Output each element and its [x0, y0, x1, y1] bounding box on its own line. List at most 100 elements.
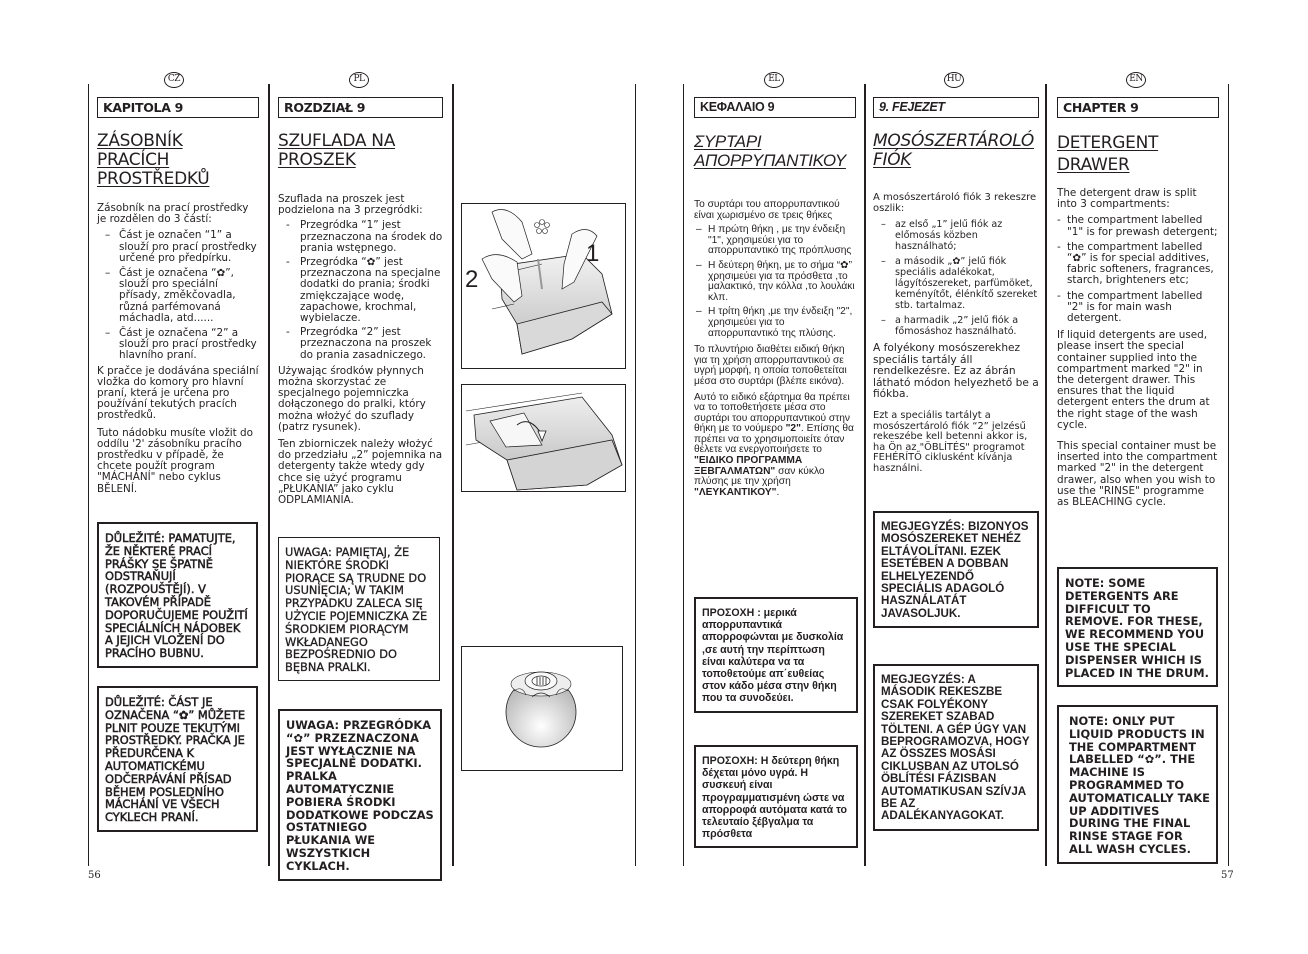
list-item: – Η πρώτη θήκη , με την ένδειξη "1", χρησ… — [696, 224, 852, 257]
section-title: ΣΥΡΤΑΡΙ ΑΠΟΡΡΥΠΑΝΤΙΚΟΥ — [694, 132, 856, 170]
chapter-heading: KAPITOLA 9 — [97, 97, 259, 118]
column-divider — [268, 84, 270, 866]
column-divider — [683, 84, 684, 866]
list-item: – Η δεύτερη θήκη, με το σήμα “✿” χρησιμεύ… — [696, 259, 855, 303]
column-en: CHAPTER 9 DETERGENT DRAWER The detergent… — [1057, 97, 1219, 508]
list-item: – Část je označena “2” a slouží pro prací… — [105, 327, 257, 362]
column-divider — [452, 84, 454, 866]
note-box: NOTE: ONLY PUT LIQUID PRODUCTS IN THE CO… — [1057, 705, 1218, 864]
list-item-text: the compartment labelled “✿” is for spec… — [1067, 240, 1214, 287]
section-title-line: PROSZEK — [278, 150, 356, 170]
caution-note-box: ΠΡΟΣΟΧΗ : μερικά απορρυπαντικά απορροφών… — [694, 597, 858, 713]
figure-liquid-container-insert — [461, 384, 626, 492]
paragraph: A folyékony mosószerekhez speciális tart… — [873, 342, 1039, 401]
intro-text: Το συρτάρι του απορρυπαντικού είναι χωρι… — [694, 199, 840, 221]
column-divider — [864, 84, 866, 866]
column-el: ΚΕΦΑΛΑΙΟ 9 ΣΥΡΤΑΡΙ ΑΠΟΡΡΥΠΑΝΤΙΚΟΥ Το συρ… — [694, 97, 856, 498]
warning-note-box: UWAGA: PAMIĘTAJ, ŻE NIEKTÓRE ŚRODKI PIOR… — [278, 537, 440, 681]
list-item: – Část je označen “1” a slouží pro prací … — [105, 229, 257, 264]
section-title: ZÁSOBNÍK PRACÍCH PROSTŘEDKŮ — [97, 132, 259, 189]
section-title-line: DETERGENT — [1057, 133, 1159, 153]
paragraph: Αυτό το ειδικό εξάρτημα θα πρέπει να το … — [694, 392, 856, 499]
list-item: - the compartment labelled "1" is for pre… — [1057, 214, 1218, 238]
figure-detergent-drawer: 2 1 — [461, 203, 626, 369]
list-item-text: Η δεύτερη θήκη, με το σήμα “✿” χρησιμεύε… — [708, 259, 855, 303]
paragraph: Używając środków płynnych można skorzyst… — [278, 364, 426, 433]
column-pl: ROZDZIAŁ 9 SZUFLADA NA PROSZEK Szuflada … — [278, 97, 443, 506]
paragraph: Ten zbiorniczek należy włożyć do przedzi… — [278, 438, 443, 507]
figure-dosing-ball — [461, 646, 623, 771]
note-box: MEGJEGYZÉS: BIZONYOS MOSÓSZEREKET NEHÉZ … — [873, 511, 1039, 629]
column-hu: 9. FEJEZET MOSÓSZERTÁROLÓ FIÓK A mosósze… — [873, 97, 1039, 475]
list-item: - the compartment labelled “✿” is for spe… — [1057, 240, 1214, 287]
section-title-line: MOSÓSZERTÁROLÓ — [873, 131, 1034, 151]
note-box: MEGJEGYZÉS: A MÁSODIK REKESZBE CSAK FOLY… — [873, 664, 1039, 831]
list-item: - Przegródka “✿” jest przeznaczona na spe… — [286, 256, 441, 325]
list-item-text: Przegródka “✿” jest przeznaczona na spec… — [300, 256, 441, 325]
list-item: - the compartment labelled "2" is for mai… — [1057, 289, 1203, 325]
section-title: DETERGENT DRAWER — [1057, 132, 1219, 176]
intro-text: A mosószertároló fiók 3 rekeszre oszlik: — [873, 192, 1037, 214]
drawer-pouring-illustration — [481, 209, 613, 355]
paragraph: This special container must be inserted … — [1057, 440, 1218, 509]
paragraph: K pračce je dodávána speciální vložka do… — [97, 364, 259, 422]
paragraph-emphasis: "2" — [785, 423, 801, 435]
paragraph: Tuto nádobku musíte vložit do oddílu '2'… — [97, 426, 254, 495]
list-item-text: Przegródka “1” jest przeznaczona na środ… — [300, 219, 443, 254]
compartment-label-1: 1 — [586, 240, 600, 267]
list-item-text: Η τρίτη θήκη ,με την ένδειξη "2", χρησιμ… — [708, 306, 853, 339]
list-item-text: Η πρώτη θήκη , με την ένδειξη "1", χρησι… — [708, 224, 852, 257]
column-divider — [635, 84, 636, 866]
list-item-text: the compartment labelled "1" is for prew… — [1067, 214, 1218, 238]
chapter-heading: ROZDZIAŁ 9 — [278, 97, 443, 118]
list-item: – Η τρίτη θήκη ,με την ένδειξη "2", χρησι… — [696, 306, 853, 339]
list-item: – Část je označena “✿”, slouží pro speciá… — [105, 267, 236, 324]
language-badge-pl: PL — [349, 72, 369, 88]
column-divider — [1228, 84, 1229, 866]
column-divider — [88, 84, 89, 866]
paragraph: Ezt a speciális tartályt a mosószertárol… — [873, 409, 1028, 474]
list-item: – az első „1” jelű fiók az előmosás közbe… — [881, 219, 1003, 252]
chapter-heading: CHAPTER 9 — [1057, 97, 1219, 118]
section-title-line: DRAWER — [1057, 155, 1130, 175]
chapter-heading: 9. FEJEZET — [873, 97, 1039, 118]
compartment-label-2: 2 — [465, 266, 479, 293]
caution-note-box: ΠΡΟΣΟΧΗ: Η δεύτερη θήκη δέχεται μόνο υγρ… — [694, 745, 858, 849]
language-badge-hu: HU — [944, 72, 964, 88]
paragraph: Το πλυντήριο διαθέτει ειδική θήκη για τη… — [694, 344, 847, 387]
section-title-line: PROSTŘEDKŮ — [97, 169, 210, 189]
intro-text: Zásobník na prací prostředky je rozdělen… — [97, 202, 249, 226]
list-item-text: az első „1” jelű fiók az előmosás közben… — [895, 219, 1003, 252]
list-item-text: the compartment labelled "2" is for main… — [1067, 289, 1203, 325]
page-number-right: 57 — [1221, 870, 1234, 881]
dosing-ball-illustration — [505, 671, 577, 748]
paragraph: If liquid detergents are used, please in… — [1057, 329, 1210, 431]
important-note-box: DŮLEŽITÉ: ČÁST JE OZNAČENA “✿” MŮŽETE PL… — [97, 686, 258, 832]
column-cz: KAPITOLA 9 ZÁSOBNÍK PRACÍCH PROSTŘEDKŮ Z… — [97, 97, 259, 495]
section-title: SZUFLADA NA PROSZEK — [278, 132, 443, 170]
intro-text: Szuflada na proszek jest podzielona na 3… — [278, 193, 423, 217]
section-title: MOSÓSZERTÁROLÓ FIÓK — [873, 132, 1039, 170]
list-item-text: Část je označena “2” a slouží pro prací … — [119, 327, 257, 362]
chapter-heading: ΚΕΦΑΛΑΙΟ 9 — [694, 97, 856, 118]
list-item: - Przegródka “1” jest przeznaczona na śro… — [286, 219, 443, 254]
warning-note-box: UWAGA: PRZEGRÓDKA “✿” PRZEZNACZONA JEST … — [278, 709, 442, 881]
list-item-text: Část je označena “✿”, slouží pro speciál… — [119, 267, 236, 324]
list-item-text: a harmadik „2” jelű fiók a főmosáshoz ha… — [895, 315, 1019, 337]
paragraph-text: . — [776, 486, 780, 498]
language-badge-en: EN — [1126, 72, 1146, 88]
important-note-box: DŮLEŽITÉ: PAMATUJTE, ŽE NĚKTERÉ PRACÍ PR… — [97, 522, 258, 668]
paragraph-emphasis: "ΛΕΥΚΑΝΤΙΚΟΥ" — [694, 486, 777, 498]
language-badge-cz: CZ — [164, 72, 184, 88]
list-item-text: Část je označen “1” a slouží pro prací p… — [119, 229, 257, 264]
column-divider — [1045, 84, 1047, 866]
page-number-left: 56 — [88, 870, 101, 881]
list-item-text: a második „✿” jelű fiók speciális adalék… — [895, 256, 1038, 311]
container-insert-illustration — [465, 392, 623, 491]
list-item: – a harmadik „2” jelű fiók a főmosáshoz h… — [881, 315, 1019, 337]
section-title-line: ZÁSOBNÍK PRACÍCH — [97, 131, 183, 170]
section-title-line: ΣΥΡΤΑΡΙ — [694, 132, 762, 151]
section-title-line: SZUFLADA NA — [278, 131, 396, 151]
intro-text: The detergent draw is split into 3 compa… — [1057, 187, 1197, 211]
section-title-line: FIÓK — [873, 150, 912, 170]
